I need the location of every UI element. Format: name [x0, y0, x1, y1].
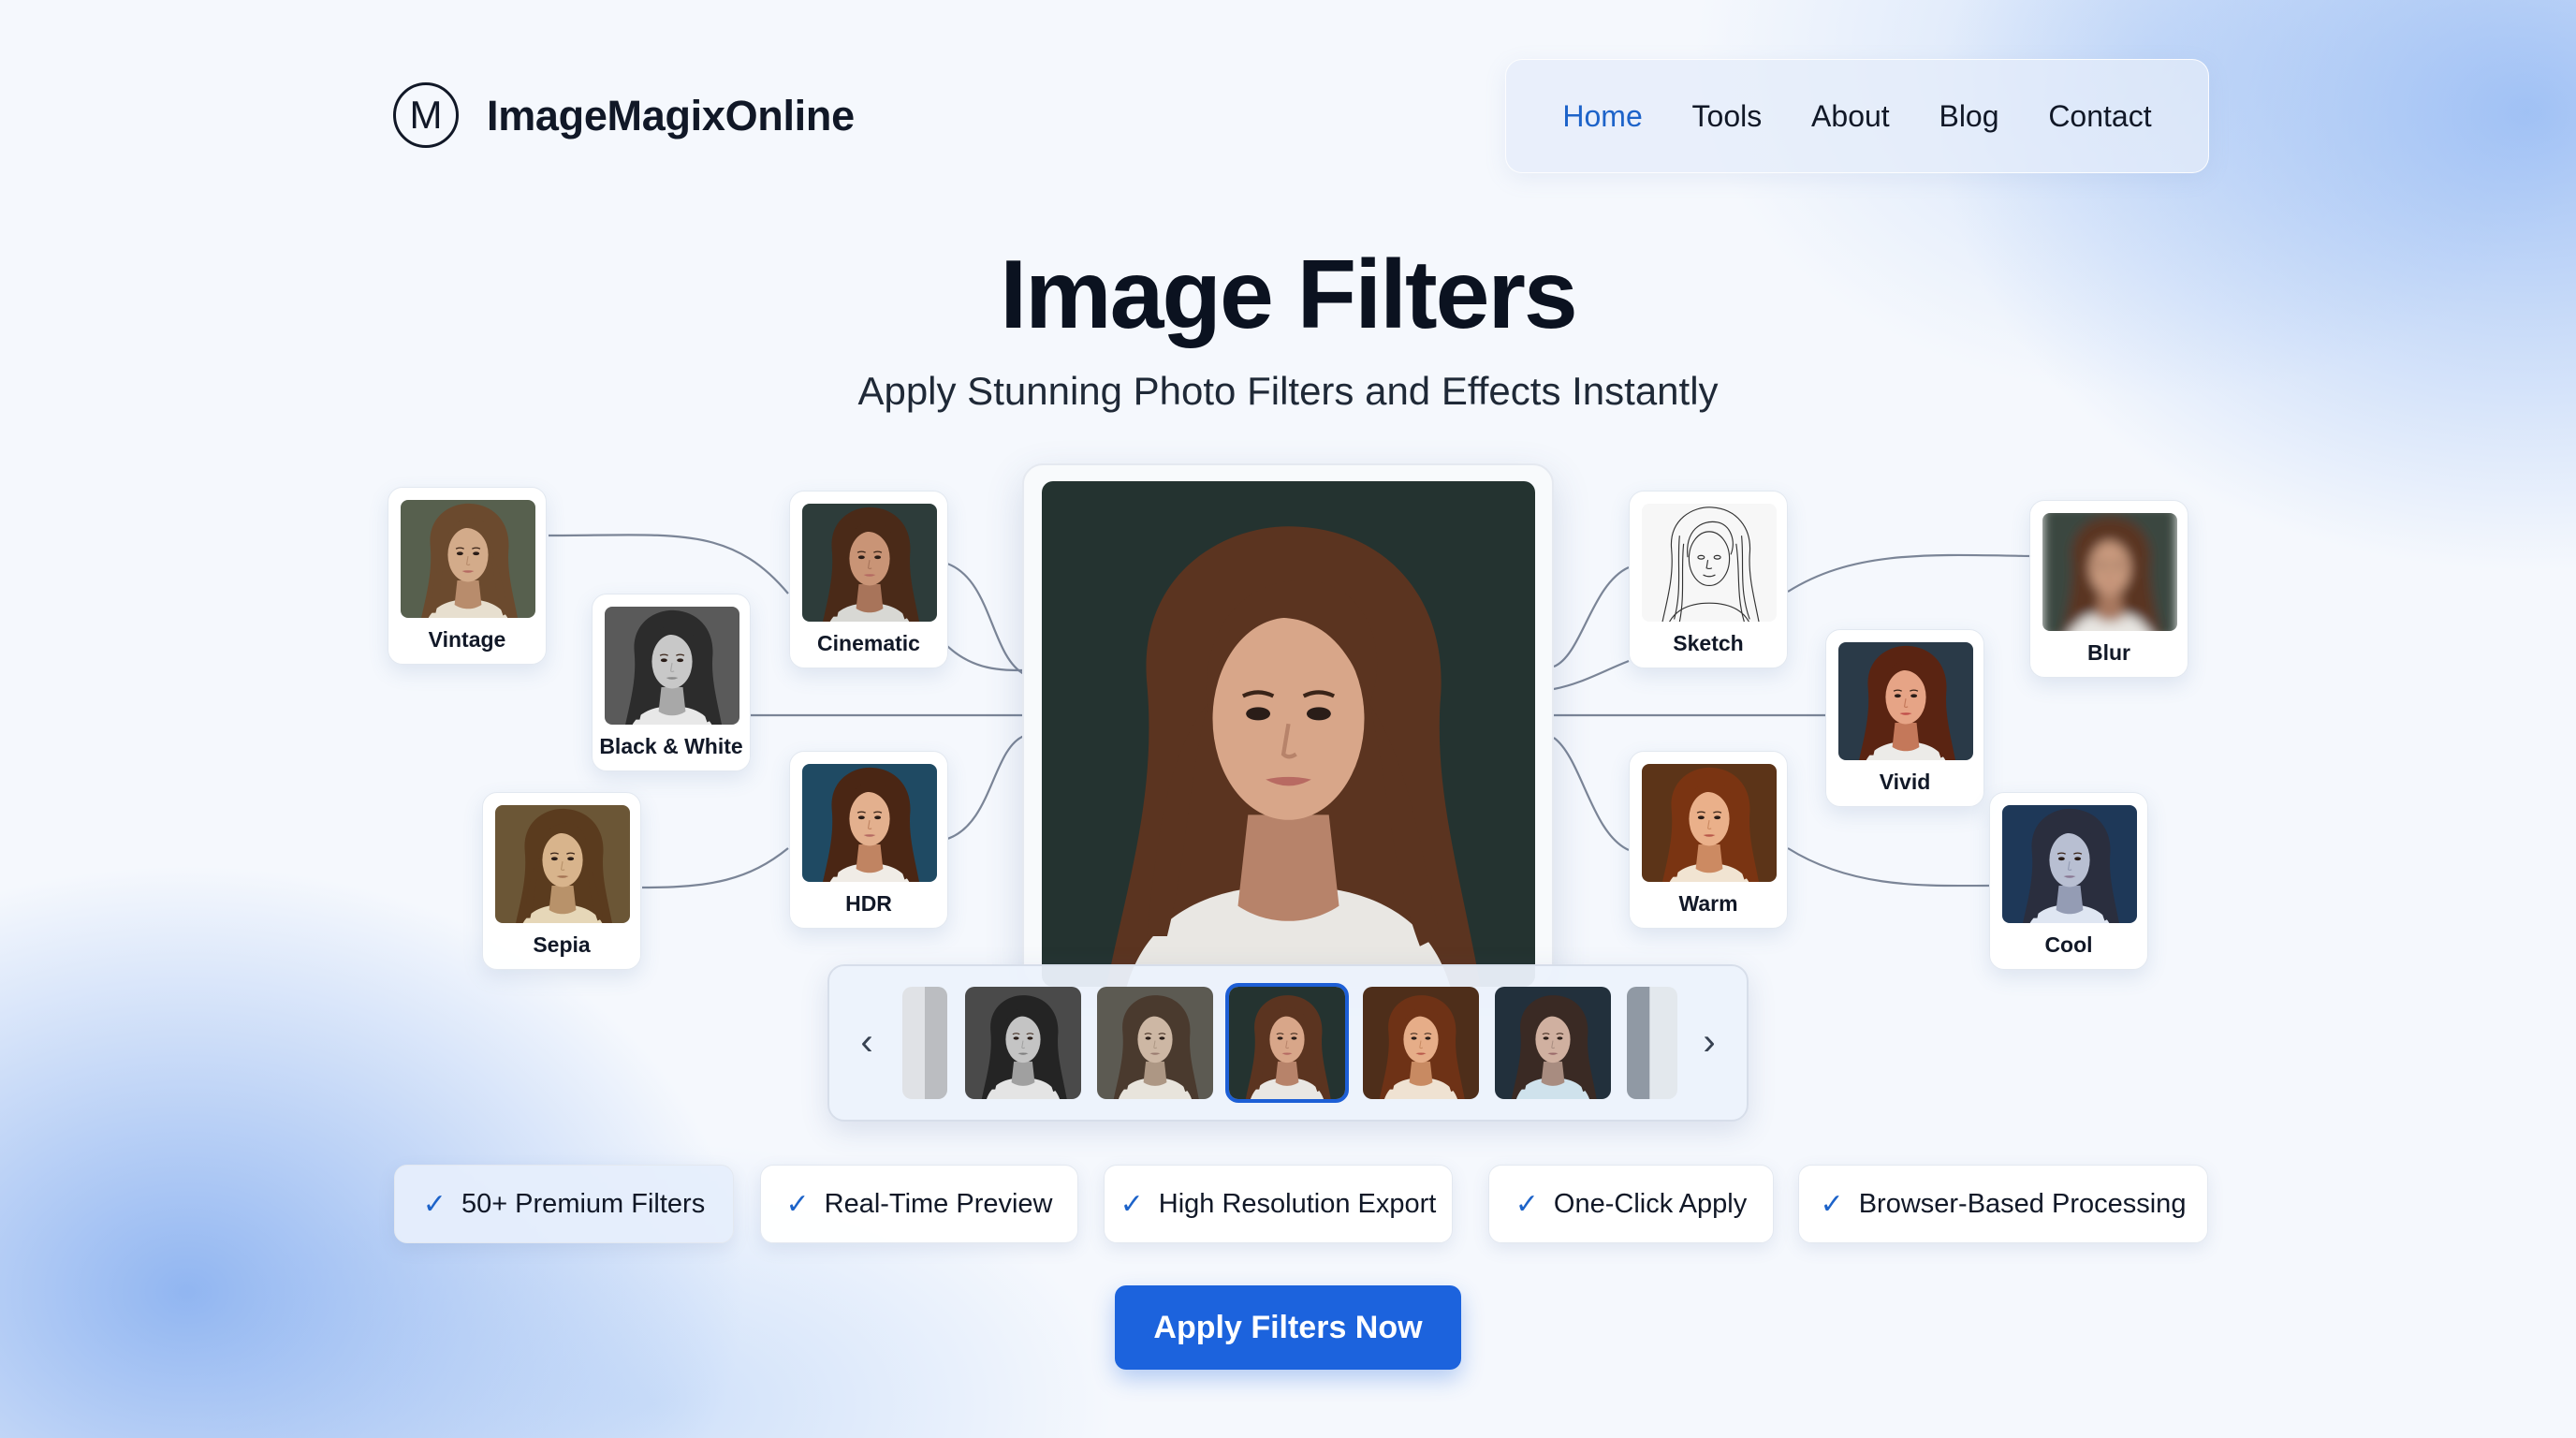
logo-mark[interactable]: M [393, 82, 459, 148]
nav-contact[interactable]: Contact [2048, 99, 2151, 134]
feature-label: 50+ Premium Filters [461, 1188, 706, 1219]
connector-blur [1787, 553, 2032, 593]
filter-label-black-white: Black & White [599, 734, 743, 758]
filter-card-warm[interactable]: Warm [1629, 751, 1788, 929]
carousel-thumb[interactable] [965, 987, 1081, 1099]
nav-about[interactable]: About [1811, 99, 1890, 134]
connector-sketch-top [1553, 565, 1630, 668]
filter-label-blur: Blur [2087, 640, 2130, 665]
check-icon: ✓ [785, 1188, 810, 1220]
filter-card-blur[interactable]: Blur [2029, 500, 2188, 678]
cool-thumbnail [2002, 805, 2137, 923]
vintage-thumbnail [401, 500, 535, 618]
carousel-thumb[interactable] [1097, 987, 1213, 1099]
connector-hdr [946, 734, 1025, 841]
filter-card-hdr[interactable]: HDR [789, 751, 948, 929]
apply-filters-button[interactable]: Apply Filters Now [1115, 1285, 1461, 1370]
filter-label-sepia: Sepia [533, 932, 591, 957]
carousel-thumb-partial-left[interactable] [902, 987, 947, 1099]
blur-thumbnail [2042, 513, 2177, 631]
feature-label: High Resolution Export [1158, 1188, 1437, 1219]
main-preview-image[interactable] [1042, 481, 1535, 987]
sepia-thumbnail [495, 805, 630, 923]
filter-card-cool[interactable]: Cool [1989, 792, 2148, 970]
warm-thumbnail [1642, 764, 1777, 882]
feature-chip: ✓ Real-Time Preview [760, 1165, 1078, 1243]
filter-label-sketch: Sketch [1673, 631, 1744, 655]
cinematic-thumbnail [802, 504, 937, 622]
filter-label-vivid: Vivid [1879, 770, 1931, 794]
filter-card-vintage[interactable]: Vintage [388, 487, 547, 665]
connector-cool [1787, 847, 1991, 888]
feature-chip: ✓ 50+ Premium Filters [394, 1165, 734, 1243]
connector-sepia [641, 847, 789, 889]
hdr-thumbnail [802, 764, 937, 882]
filter-label-cinematic: Cinematic [817, 631, 920, 655]
feature-label: Browser-Based Processing [1858, 1188, 2187, 1219]
check-icon: ✓ [1820, 1188, 1844, 1220]
carousel-thumb-partial-right[interactable] [1627, 987, 1677, 1099]
filter-label-warm: Warm [1678, 891, 1738, 916]
carousel-thumb[interactable] [1495, 987, 1611, 1099]
filter-card-sketch[interactable]: Sketch [1629, 491, 1788, 668]
filter-card-cinematic[interactable]: Cinematic [789, 491, 948, 668]
chevron-left-icon[interactable]: ‹ [848, 1014, 886, 1070]
filter-label-cool: Cool [2044, 932, 2093, 957]
feature-label: One-Click Apply [1553, 1188, 1748, 1219]
main-nav: Home Tools About Blog Contact [1505, 59, 2209, 173]
filter-label-hdr: HDR [845, 891, 892, 916]
page-subtitle: Apply Stunning Photo Filters and Effects… [857, 369, 1719, 413]
filter-card-sepia[interactable]: Sepia [482, 792, 641, 970]
connector-warm [1553, 737, 1630, 852]
sketch-thumbnail [1642, 504, 1777, 622]
nav-tools[interactable]: Tools [1692, 99, 1763, 134]
check-icon: ✓ [422, 1188, 446, 1220]
filter-card-black-white[interactable]: Black & White [592, 594, 751, 771]
connector-cinematic-top [946, 562, 1025, 675]
page-title: Image Filters [1000, 241, 1578, 349]
feature-label: Real-Time Preview [824, 1188, 1053, 1219]
black-white-thumbnail [605, 607, 739, 725]
chevron-right-icon[interactable]: › [1690, 1014, 1728, 1070]
filter-card-vivid[interactable]: Vivid [1825, 629, 1984, 807]
carousel-thumb[interactable] [1363, 987, 1479, 1099]
connector-cinematic-bottom [946, 645, 1025, 672]
filter-label-vintage: Vintage [428, 627, 506, 652]
brand-name[interactable]: ImageMagixOnline [487, 90, 855, 142]
connector-vintage [548, 534, 789, 594]
check-icon: ✓ [1120, 1188, 1144, 1220]
vivid-thumbnail [1838, 642, 1973, 760]
feature-chip: ✓ High Resolution Export [1104, 1165, 1453, 1243]
carousel-thumb-selected[interactable] [1225, 983, 1349, 1103]
logo-letter: M [409, 93, 443, 137]
feature-chip: ✓ One-Click Apply [1488, 1165, 1774, 1243]
nav-blog[interactable]: Blog [1939, 99, 1998, 134]
nav-home[interactable]: Home [1562, 99, 1642, 134]
connector-sketch-bottom [1553, 659, 1630, 691]
feature-chip: ✓ Browser-Based Processing [1798, 1165, 2208, 1243]
check-icon: ✓ [1515, 1188, 1539, 1220]
